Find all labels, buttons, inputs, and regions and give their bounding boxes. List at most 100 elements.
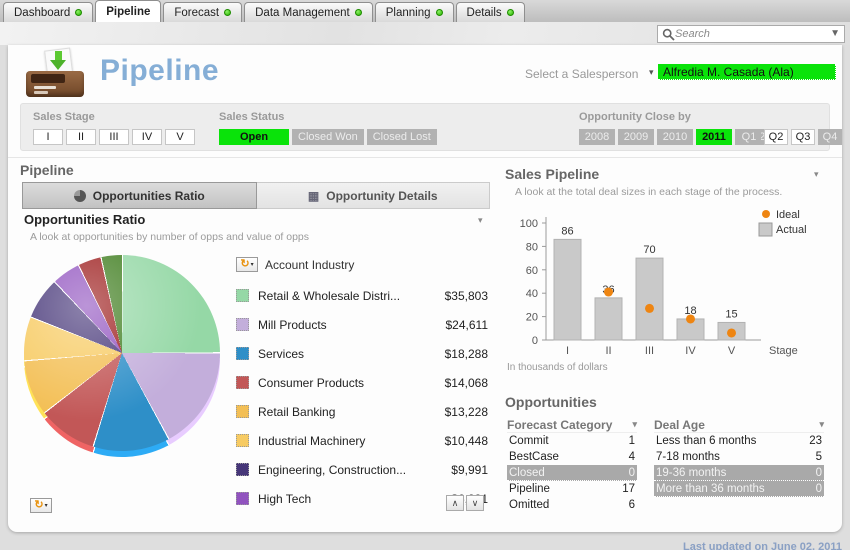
filter-status-closed-lost[interactable]: Closed Lost [367, 129, 437, 145]
pie-chart-icon [74, 190, 86, 202]
table-row[interactable]: More than 36 months 0 [654, 481, 824, 497]
filter-status-closed-won[interactable]: Closed Won [292, 129, 364, 145]
bar-III[interactable] [636, 258, 663, 340]
legend-item[interactable]: Engineering, Construction...$9,991 [236, 455, 488, 484]
table-icon: ▦ [308, 190, 319, 202]
pipeline-section-title: Pipeline [20, 162, 74, 178]
table-row[interactable]: Closed0 [507, 465, 637, 481]
svg-text:80: 80 [526, 241, 538, 253]
sort-caret-icon: ▾ [819, 419, 824, 430]
filter-stage-2[interactable]: II [66, 129, 96, 145]
svg-text:0: 0 [532, 335, 538, 347]
panel-menu-caret-icon[interactable]: ▾ [814, 169, 819, 180]
salesperson-dropdown-icon[interactable]: ▾ [649, 67, 654, 78]
tab-label: Details [467, 7, 502, 19]
forecast-category-header[interactable]: Forecast Category ▾ [507, 417, 637, 433]
legend-value: $9,991 [426, 463, 488, 477]
deal-age-header[interactable]: Deal Age ▾ [654, 417, 824, 433]
view-tab-label: Opportunity Details [326, 189, 437, 203]
pie-chart[interactable] [24, 255, 220, 451]
opportunities-title: Opportunities [505, 394, 597, 410]
row-label: 7-18 months [656, 451, 720, 463]
panel-menu-caret-icon[interactable]: ▾ [478, 215, 483, 226]
tab-label: Data Management [255, 7, 350, 19]
table-row[interactable]: Pipeline17 [507, 481, 637, 497]
salesperson-label: Select a Salesperson [525, 67, 638, 81]
status-dot-icon [436, 9, 443, 16]
table-row[interactable]: Less than 6 months23 [654, 433, 824, 449]
sales-pipeline-title: Sales Pipeline [505, 166, 599, 182]
status-dot-icon [75, 9, 82, 16]
search-box[interactable]: ▼ [657, 25, 845, 43]
table-row[interactable]: Omitted6 [507, 497, 637, 513]
view-tab-opportunities-ratio[interactable]: Opportunities Ratio [22, 182, 257, 209]
table-row[interactable]: 7-18 months5 [654, 449, 824, 465]
scroll-up-button[interactable]: ∧ [446, 495, 464, 511]
search-input[interactable] [675, 28, 830, 40]
cycle-dimension-button[interactable]: ↻ ▾ [236, 257, 258, 272]
tab-data-management[interactable]: Data Management [244, 2, 373, 22]
legend-label: Retail Banking [258, 405, 426, 419]
svg-text:V: V [728, 345, 736, 357]
table-row[interactable]: BestCase4 [507, 449, 637, 465]
filter-year-2009[interactable]: 2009 [618, 129, 654, 145]
legend-swatch [236, 405, 249, 418]
sales-stage-label: Sales Stage [33, 111, 95, 123]
legend-label: Consumer Products [258, 376, 426, 390]
scroll-down-button[interactable]: ∨ [466, 495, 484, 511]
filter-quarter-q2[interactable]: Q2 [764, 129, 788, 145]
legend-item[interactable]: Retail & Wholesale Distri...$35,803 [236, 281, 488, 310]
last-updated-text: Last updated on June 02, 2011 [0, 541, 842, 550]
table-row[interactable]: 19-36 months0 [654, 465, 824, 481]
bar-I[interactable] [554, 239, 581, 340]
pie-legend: Retail & Wholesale Distri...$35,803Mill … [236, 281, 488, 513]
forecast-category-table: Forecast Category ▾ Commit1BestCase4Clos… [507, 417, 637, 513]
tab-label: Pipeline [106, 6, 150, 18]
legend-value: $13,228 [426, 405, 488, 419]
view-tab-opportunity-details[interactable]: ▦ Opportunity Details [257, 182, 491, 209]
filter-quarter-q4[interactable]: Q4 [818, 129, 842, 145]
tab-forecast[interactable]: Forecast [163, 2, 242, 22]
row-value: 0 [816, 483, 822, 495]
filter-quarter-q1[interactable]: Q1 [737, 129, 761, 145]
close-by-quarters-group: Q1 Q2 Q3 Q4 [737, 129, 842, 145]
filter-stage-3[interactable]: III [99, 129, 129, 145]
filter-stage-4[interactable]: IV [132, 129, 162, 145]
filter-quarter-q3[interactable]: Q3 [791, 129, 815, 145]
tab-details[interactable]: Details [456, 2, 525, 22]
tab-label: Planning [386, 7, 431, 19]
filter-year-2010[interactable]: 2010 [657, 129, 693, 145]
table-row[interactable]: Commit1 [507, 433, 637, 449]
legend-item[interactable]: Retail Banking$13,228 [236, 397, 488, 426]
filter-year-2011[interactable]: 2011 [696, 129, 732, 145]
legend-item[interactable]: Industrial Machinery$10,448 [236, 426, 488, 455]
tab-dashboard[interactable]: Dashboard [3, 2, 93, 22]
filter-status-open[interactable]: Open [219, 129, 289, 145]
search-dropdown-icon[interactable]: ▼ [830, 29, 840, 39]
cycle-dimension-button[interactable]: ↻ ▾ [30, 498, 52, 513]
salesperson-selected-value[interactable]: Alfredia M. Casada (Ala) [658, 64, 836, 80]
bar-chart-container[interactable]: 02040608010086I36II70III18IV15VStageIdea… [503, 201, 835, 368]
filter-year-2008[interactable]: 2008 [579, 129, 615, 145]
row-label: More than 36 months [656, 483, 765, 495]
legend-scrollers: ∧ ∨ [446, 495, 484, 511]
tab-label: Forecast [174, 7, 219, 19]
filter-stage-5[interactable]: V [165, 129, 195, 145]
legend-ideal-icon [762, 210, 770, 218]
filter-stage-1[interactable]: I [33, 129, 63, 145]
bar-II[interactable] [595, 298, 622, 340]
tab-pipeline[interactable]: Pipeline [95, 0, 161, 22]
legend-swatch [236, 376, 249, 389]
row-label: Commit [509, 435, 549, 447]
legend-item[interactable]: Consumer Products$14,068 [236, 368, 488, 397]
deal-age-table: Deal Age ▾ Less than 6 months237-18 mont… [654, 417, 824, 497]
ideal-dot-II [604, 288, 613, 297]
opportunities-ratio-title: Opportunities Ratio [24, 212, 145, 227]
view-switcher: Opportunities Ratio ▦ Opportunity Detail… [22, 182, 490, 209]
status-dot-icon [355, 9, 362, 16]
legend-item[interactable]: Mill Products$24,611 [236, 310, 488, 339]
legend-value: $24,611 [426, 318, 488, 332]
row-label: Closed [509, 467, 545, 479]
tab-planning[interactable]: Planning [375, 2, 454, 22]
legend-item[interactable]: Services$18,288 [236, 339, 488, 368]
